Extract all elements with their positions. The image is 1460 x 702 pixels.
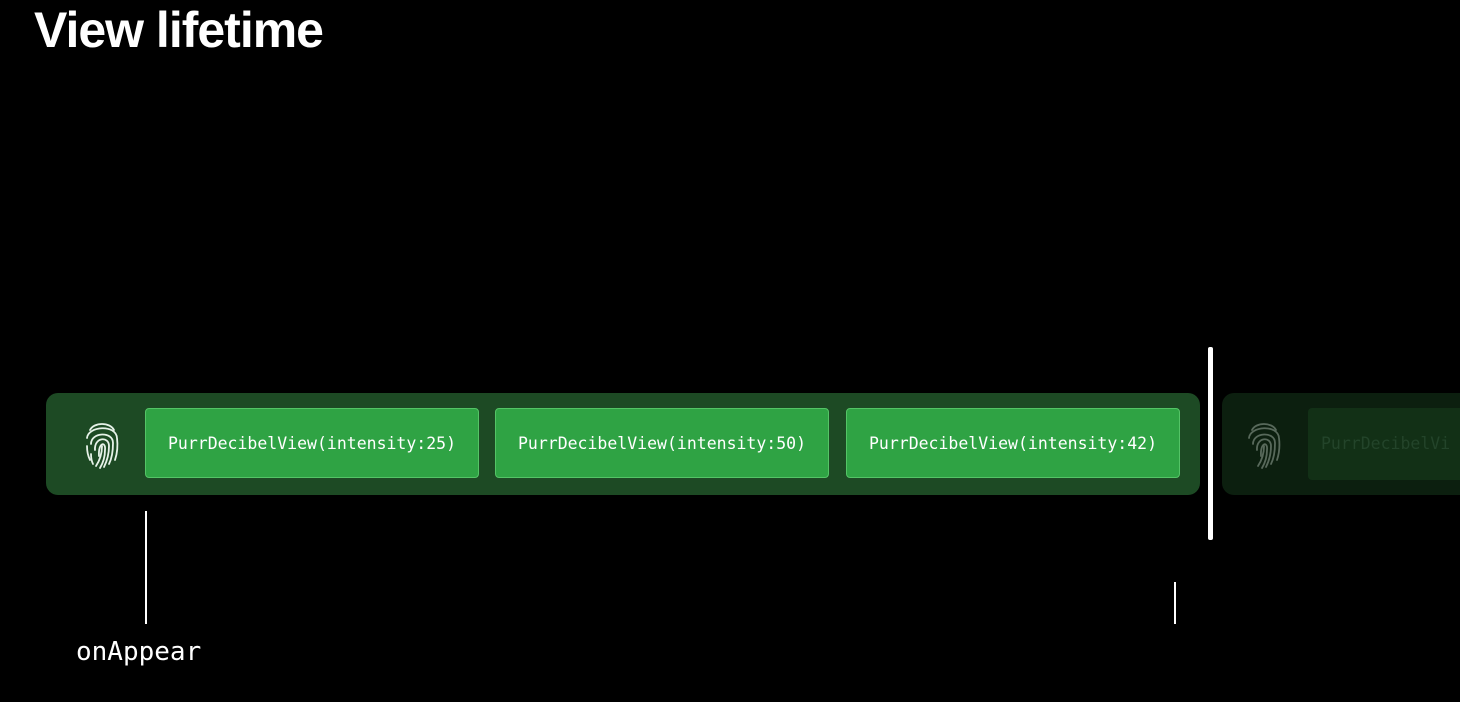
view-value-box: PurrDecibelView(intensity:25) — [145, 408, 479, 478]
view-value-box: PurrDecibelView(intensity:50) — [495, 408, 829, 478]
timeline-playhead — [1208, 347, 1213, 540]
on-appear-marker — [145, 511, 147, 624]
slide-title: View lifetime — [34, 2, 324, 58]
on-appear-label: onAppear — [76, 637, 202, 667]
fingerprint-icon — [86, 423, 119, 469]
fingerprint-icon — [1248, 423, 1281, 469]
next-view-value-box: PurrDecibelVi — [1308, 408, 1460, 480]
lifetime-end-marker — [1174, 582, 1176, 624]
view-value-box: PurrDecibelView(intensity:42) — [846, 408, 1180, 478]
